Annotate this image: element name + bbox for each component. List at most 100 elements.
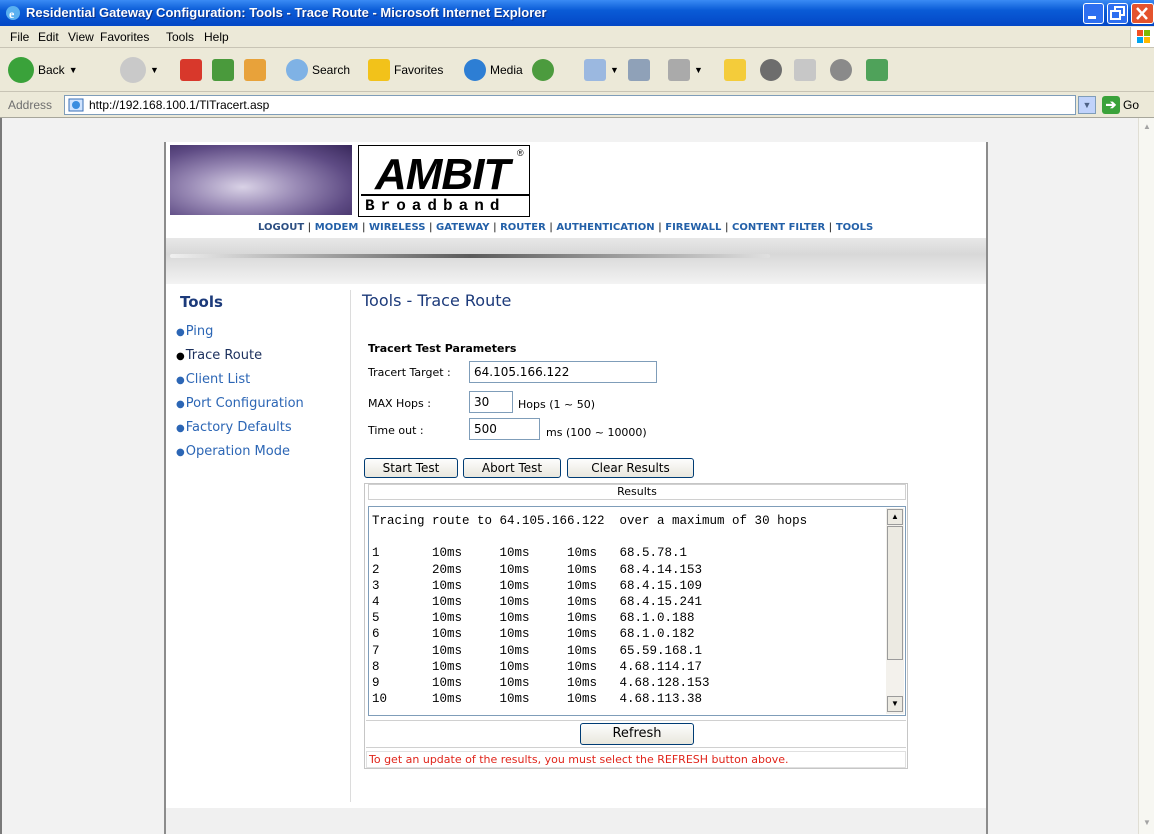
timeout-range-label: ms (100 ~ 10000) [546, 426, 647, 439]
ambit-logo: AMBIT ® Broadband [358, 145, 530, 217]
refresh-icon [212, 59, 234, 81]
media-label: Media [490, 63, 523, 77]
scroll-down-icon[interactable]: ▼ [1141, 818, 1153, 830]
address-label: Address [8, 98, 53, 112]
logo-sub: Broadband [361, 194, 529, 215]
chat-button[interactable] [830, 56, 852, 84]
sidebar-item-label: Port Configuration [185, 396, 304, 411]
menu-bar: File Edit View Favorites Tools Help [0, 26, 1154, 48]
nav-gateway[interactable]: GATEWAY [436, 222, 489, 233]
menu-edit[interactable]: Edit [38, 30, 59, 44]
start-test-button[interactable]: Start Test [364, 458, 458, 478]
clear-results-button[interactable]: Clear Results [567, 458, 694, 478]
contacts-button[interactable] [866, 56, 888, 84]
address-url: http://192.168.100.1/TlTracert.asp [89, 98, 270, 112]
content-divider [350, 290, 351, 802]
menu-tools[interactable]: Tools [166, 30, 194, 44]
page-title: Tools - Trace Route [362, 291, 512, 310]
top-nav: LOGOUT | MODEM | WIRELESS | GATEWAY | RO… [258, 222, 874, 233]
nav-modem[interactable]: MODEM [315, 222, 359, 233]
print-button[interactable] [628, 56, 650, 84]
results-textarea[interactable]: Tracing route to 64.105.166.122 over a m… [368, 506, 906, 716]
sidebar-item-trace-route[interactable]: ●Trace Route [176, 348, 262, 363]
results-header: Results [368, 484, 906, 500]
menu-file[interactable]: File [10, 30, 29, 44]
menu-help[interactable]: Help [204, 30, 229, 44]
history-icon [532, 59, 554, 81]
sidebar-item-label: Factory Defaults [185, 420, 292, 435]
chat-icon [830, 59, 852, 81]
tracert-target-input[interactable]: 64.105.166.122 [469, 361, 657, 383]
sidebar-item-factory-defaults[interactable]: ●Factory Defaults [176, 420, 292, 435]
header-swoosh [166, 238, 986, 284]
research-button[interactable] [760, 56, 782, 84]
minimize-button[interactable] [1083, 3, 1104, 24]
sidebar-item-operation-mode[interactable]: ●Operation Mode [176, 444, 290, 459]
address-input[interactable]: http://192.168.100.1/TlTracert.asp [64, 95, 1076, 115]
nav-firewall[interactable]: FIREWALL [665, 222, 721, 233]
page-scrollbar[interactable]: ▲ ▼ [1138, 118, 1154, 834]
star-icon [368, 59, 390, 81]
back-arrow-icon [8, 57, 34, 83]
nav-wireless[interactable]: WIRELESS [369, 222, 425, 233]
ie-icon: e [6, 6, 20, 21]
sidebar-item-client-list[interactable]: ●Client List [176, 372, 250, 387]
search-button[interactable]: Search [286, 56, 350, 84]
refresh-note: To get an update of the results, you mus… [366, 751, 906, 768]
close-button[interactable] [1131, 3, 1154, 24]
person-icon [794, 59, 816, 81]
refresh-button[interactable]: Refresh [580, 723, 694, 745]
banner-globe-image [170, 145, 352, 215]
menu-view[interactable]: View [68, 30, 94, 44]
scroll-up-icon[interactable]: ▲ [1141, 122, 1153, 134]
search-icon [286, 59, 308, 81]
search-label: Search [312, 63, 351, 77]
mail-button[interactable]: ▼ [584, 56, 619, 84]
max-hops-input[interactable]: 30 [469, 391, 513, 413]
scroll-thumb[interactable] [887, 526, 903, 660]
abort-test-button[interactable]: Abort Test [463, 458, 561, 478]
back-button[interactable]: Back ▼ [8, 56, 78, 84]
menu-favorites[interactable]: Favorites [100, 30, 149, 44]
go-button[interactable]: ➔ Go [1102, 95, 1139, 115]
sidebar-item-label: Operation Mode [185, 444, 290, 459]
print-icon [628, 59, 650, 81]
svg-text:e: e [9, 7, 15, 21]
toolbar: Back ▼ ▼ Search Favorites Media ▼ ▼ [0, 48, 1154, 92]
refresh-toolbar-button[interactable] [212, 56, 234, 84]
favorites-button[interactable]: Favorites [368, 56, 443, 84]
timeout-input[interactable]: 500 [469, 418, 540, 440]
scroll-down-icon[interactable]: ▼ [887, 696, 903, 712]
messenger-button[interactable] [794, 56, 816, 84]
sidebar-item-label: Client List [185, 372, 251, 387]
edit-icon [668, 59, 690, 81]
stop-button[interactable] [180, 56, 202, 84]
restore-button[interactable] [1107, 3, 1128, 24]
sidebar-item-label: Ping [185, 324, 214, 339]
results-scrollbar[interactable]: ▲ ▼ [886, 508, 904, 714]
nav-authentication[interactable]: AUTHENTICATION [556, 222, 654, 233]
media-button[interactable]: Media [464, 56, 523, 84]
address-dropdown-icon[interactable]: ▼ [1078, 96, 1096, 114]
home-button[interactable] [244, 56, 266, 84]
note-icon [724, 59, 746, 81]
nav-content-filter[interactable]: CONTENT FILTER [732, 222, 825, 233]
edit-button[interactable]: ▼ [668, 56, 703, 84]
scroll-up-icon[interactable]: ▲ [887, 509, 903, 525]
results-text: Tracing route to 64.105.166.122 over a m… [372, 514, 808, 707]
sidebar-item-ping[interactable]: ●Ping [176, 324, 213, 339]
forward-button[interactable]: ▼ [120, 56, 159, 84]
tracert-target-label: Tracert Target : [368, 366, 451, 379]
nav-logout[interactable]: LOGOUT [258, 222, 304, 233]
history-button[interactable] [532, 56, 554, 84]
media-icon [464, 59, 486, 81]
windows-logo-icon [1130, 27, 1154, 47]
section-heading: Tracert Test Parameters [368, 342, 517, 355]
research-icon [760, 59, 782, 81]
close-icon [1136, 7, 1148, 20]
nav-tools[interactable]: TOOLS [836, 222, 873, 233]
discuss-button[interactable] [724, 56, 746, 84]
logo-registered: ® [517, 148, 524, 158]
nav-router[interactable]: ROUTER [500, 222, 546, 233]
sidebar-item-port-configuration[interactable]: ●Port Configuration [176, 396, 304, 411]
